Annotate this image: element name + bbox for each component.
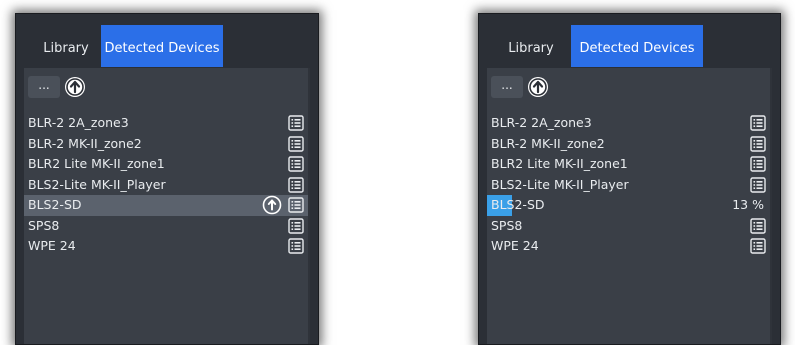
toolbar: ... bbox=[24, 68, 310, 102]
device-list: BLR-2 2A_zone3 BLR-2 MK-II_zone2 BLR2 Lite… bbox=[487, 113, 772, 257]
list-icon[interactable] bbox=[288, 217, 304, 234]
device-name: WPE 24 bbox=[28, 238, 76, 253]
list-icon[interactable] bbox=[750, 217, 766, 234]
device-list: BLR-2 2A_zone3 BLR-2 MK-II_zone2 BLR2 Lite… bbox=[24, 113, 310, 257]
device-list-area: ... BLR-2 2A_zone3 BLR-2 MK-II_zone2 BLR2 … bbox=[487, 68, 772, 344]
device-name: BLS2-SD bbox=[28, 197, 82, 212]
device-list-area: ... BLR-2 2A_zone3 BLR-2 MK-II_zone2 BLR2 … bbox=[24, 68, 310, 344]
scrollbar[interactable] bbox=[308, 68, 310, 344]
device-name: BLS2-Lite MK-II_Player bbox=[491, 176, 629, 192]
list-item[interactable]: BLS2-SD 13 % bbox=[487, 195, 772, 216]
list-icon[interactable] bbox=[750, 115, 766, 131]
device-name: BLR-2 2A_zone3 bbox=[28, 115, 129, 130]
toolbar: ... bbox=[487, 68, 772, 102]
more-options-button[interactable]: ... bbox=[28, 76, 60, 98]
detected-devices-panel-before: Library Detected Devices ... BLR-2 2A_zo… bbox=[15, 13, 319, 345]
list-icon[interactable] bbox=[288, 176, 304, 193]
list-item[interactable]: BLR-2 2A_zone3 bbox=[24, 113, 310, 134]
list-item[interactable]: BLR-2 MK-II_zone2 bbox=[487, 134, 772, 155]
list-icon[interactable] bbox=[288, 156, 304, 172]
upload-circle-icon[interactable] bbox=[527, 76, 549, 98]
device-name: BLR2 Lite MK-II_zone1 bbox=[491, 156, 628, 171]
list-icon[interactable] bbox=[750, 176, 766, 193]
list-item[interactable]: BLS2-Lite MK-II_Player bbox=[487, 175, 772, 196]
more-options-button[interactable]: ... bbox=[491, 76, 523, 98]
list-icon[interactable] bbox=[288, 197, 304, 213]
tab-bar: Library Detected Devices bbox=[16, 14, 318, 68]
device-name: BLS2-Lite MK-II_Player bbox=[28, 176, 166, 192]
list-item[interactable]: BLR2 Lite MK-II_zone1 bbox=[487, 154, 772, 175]
tab-detected-devices[interactable]: Detected Devices bbox=[571, 25, 703, 67]
upload-circle-icon[interactable] bbox=[262, 195, 282, 215]
device-name: BLR-2 MK-II_zone2 bbox=[28, 135, 142, 151]
upload-progress-percent: 13 % bbox=[732, 197, 764, 212]
device-name: BLR2 Lite MK-II_zone1 bbox=[28, 156, 165, 171]
list-item[interactable]: BLR2 Lite MK-II_zone1 bbox=[24, 154, 310, 175]
device-name: WPE 24 bbox=[491, 238, 539, 253]
list-item[interactable]: SPS8 bbox=[24, 216, 310, 237]
tab-library[interactable]: Library bbox=[496, 25, 566, 67]
list-icon[interactable] bbox=[750, 238, 766, 254]
list-icon[interactable] bbox=[288, 135, 304, 152]
upload-circle-icon[interactable] bbox=[64, 76, 86, 98]
device-name: BLR-2 2A_zone3 bbox=[491, 115, 592, 130]
list-item[interactable]: BLS2-Lite MK-II_Player bbox=[24, 175, 310, 196]
device-name: SPS8 bbox=[491, 217, 523, 233]
list-icon[interactable] bbox=[288, 115, 304, 131]
scrollbar[interactable] bbox=[770, 68, 772, 344]
tab-library[interactable]: Library bbox=[31, 25, 101, 67]
tab-detected-devices[interactable]: Detected Devices bbox=[101, 25, 223, 67]
device-name: BLR-2 MK-II_zone2 bbox=[491, 135, 605, 151]
tab-bar: Library Detected Devices bbox=[479, 14, 780, 68]
list-item[interactable]: SPS8 bbox=[487, 216, 772, 237]
list-item[interactable]: WPE 24 bbox=[24, 236, 310, 257]
device-name: BLS2-SD bbox=[491, 197, 545, 212]
list-item[interactable]: WPE 24 bbox=[487, 236, 772, 257]
device-name: SPS8 bbox=[28, 217, 60, 233]
list-icon[interactable] bbox=[750, 135, 766, 152]
list-icon[interactable] bbox=[288, 238, 304, 254]
list-item[interactable]: BLR-2 MK-II_zone2 bbox=[24, 134, 310, 155]
list-item[interactable]: BLR-2 2A_zone3 bbox=[487, 113, 772, 134]
list-icon[interactable] bbox=[750, 156, 766, 172]
list-item[interactable]: BLS2-SD bbox=[24, 195, 310, 216]
detected-devices-panel-uploading: Library Detected Devices ... BLR-2 2A_zo… bbox=[478, 13, 781, 345]
